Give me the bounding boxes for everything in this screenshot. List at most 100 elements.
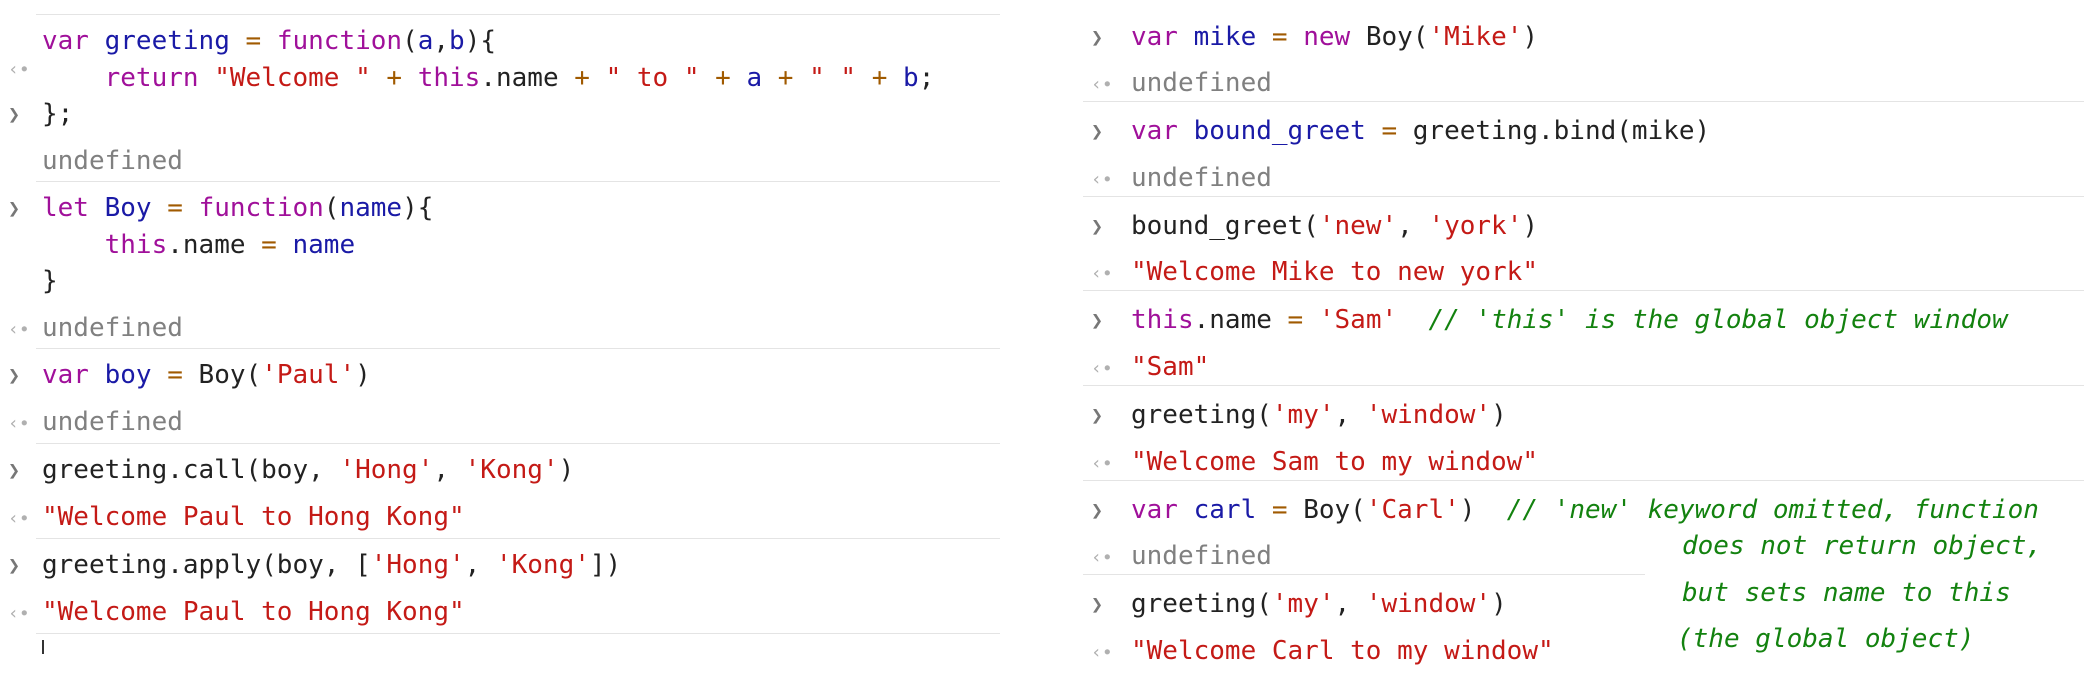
code-token: +: [715, 63, 731, 93]
code-token: 'my': [1271, 400, 1335, 430]
code-token: // 'new' keyword omitted, function: [1506, 495, 2039, 525]
return-arrow-icon: [1091, 533, 1113, 581]
row-separator: [36, 181, 1000, 182]
console-input: var boy = Boy('Paul'): [42, 357, 371, 393]
console-input-line[interactable]: greeting.apply(boy, ['Hong', 'Kong']): [0, 547, 1000, 583]
console-output-line: "Welcome Mike to new york": [1083, 249, 2084, 295]
code-token: greeting.call(boy,: [42, 455, 340, 485]
console-input-line[interactable]: let Boy = function(name){: [0, 190, 1000, 226]
code-token: greeting(: [1131, 589, 1272, 619]
console-output: "Welcome Paul to Hong Kong": [42, 597, 465, 627]
code-token: ,: [433, 26, 450, 56]
code-token: =: [167, 193, 183, 223]
console-input-line[interactable]: this.name = 'Sam' // 'this' is the globa…: [1083, 297, 2084, 343]
code-token: ): [1491, 589, 1507, 619]
code-token: ,: [464, 550, 496, 580]
code-token: name: [339, 193, 403, 223]
code-token: =: [1271, 495, 1288, 525]
code-token: 'Mike': [1428, 22, 1523, 52]
console-output-line: "Sam": [1083, 344, 2084, 390]
code-token: " to ": [605, 63, 700, 93]
code-token: +: [386, 63, 403, 93]
console-output-line: "Welcome Sam to my window": [1083, 439, 2084, 485]
console-input: greeting.apply(boy, ['Hong', 'Kong']): [42, 547, 621, 583]
console-input: this.name = 'Sam' // 'this' is the globa…: [1131, 297, 2008, 343]
console-input-line[interactable]: var bound_greet = greeting.bind(mike): [1083, 108, 2084, 154]
code-token: =: [261, 230, 277, 260]
code-token: ;: [918, 63, 935, 93]
console-input-line[interactable]: var boy = Boy('Paul'): [0, 357, 1000, 393]
code-token: ]): [589, 550, 622, 580]
code-token: b: [449, 26, 465, 56]
code-token: 'Kong': [464, 455, 559, 485]
console-input-line[interactable]: this.name = name: [0, 227, 1000, 263]
console-input-line[interactable]: greeting('my', 'window'): [1083, 392, 2084, 438]
console-output-line: undefined: [1083, 60, 2084, 106]
code-token: 'york': [1428, 211, 1523, 241]
code-token: bound_greet(: [1131, 211, 1319, 241]
return-arrow-icon: [8, 50, 30, 86]
prompt-chevron-icon: [1091, 487, 1103, 533]
console-output-line: undefined: [0, 404, 1000, 440]
code-token: ){: [464, 26, 496, 56]
console-output: undefined: [1131, 541, 1272, 571]
prompt-chevron-icon: [1091, 108, 1103, 154]
code-token: ): [558, 455, 575, 485]
code-token: .name: [167, 230, 262, 260]
console-input-line[interactable]: }: [0, 263, 1000, 299]
code-token: ): [1522, 22, 1539, 52]
console-input: greeting('my', 'window'): [1131, 392, 1507, 438]
console-input-line[interactable]: greeting.call(boy, 'Hong', 'Kong'): [0, 452, 1000, 488]
return-arrow-icon: [1091, 344, 1113, 392]
return-arrow-icon: [1091, 155, 1113, 203]
console-output-line: "Welcome Paul to Hong Kong": [0, 594, 1000, 630]
code-token: +: [871, 63, 888, 93]
code-token: };: [42, 99, 74, 129]
code-token: name: [292, 230, 356, 260]
prompt-chevron-icon: [8, 190, 20, 226]
code-token: +: [777, 63, 794, 93]
annotation-line: but sets name to this: [1682, 578, 2011, 608]
console-input: this.name = name: [42, 227, 355, 263]
code-token: this: [1131, 305, 1194, 335]
code-token: var: [1131, 495, 1178, 525]
code-token: .name: [1193, 305, 1288, 335]
console-input-line[interactable]: return "Welcome " + this.name + " to " +…: [0, 60, 1000, 96]
code-token: =: [1381, 116, 1398, 146]
console-input-line[interactable]: var greeting = function(a,b){: [0, 23, 1000, 59]
return-arrow-icon: [8, 594, 30, 632]
console-input-line[interactable]: var mike = new Boy('Mike'): [1083, 14, 2084, 60]
code-token: var: [1131, 22, 1178, 52]
prompt-chevron-icon: [8, 96, 20, 132]
code-token: greeting(: [1131, 400, 1272, 430]
code-token: =: [245, 26, 262, 56]
row-separator: [36, 443, 1000, 444]
console-input: let Boy = function(name){: [42, 190, 433, 226]
code-token: boy: [104, 360, 152, 390]
annotation-line: does not return object,: [1682, 531, 2043, 561]
code-token: greeting.bind(mike): [1397, 116, 1711, 146]
console-input-line[interactable]: bound_greet('new', 'york'): [1083, 203, 2084, 249]
code-token: var: [42, 360, 89, 390]
console-output-line: undefined: [0, 143, 1000, 179]
code-token: function: [276, 26, 403, 56]
row-separator: [36, 348, 1000, 349]
row-separator: [36, 14, 1000, 15]
return-arrow-icon: [8, 310, 30, 348]
row-separator: [36, 538, 1000, 539]
code-token: 'window': [1365, 400, 1492, 430]
console-input-line[interactable]: };: [0, 96, 1000, 132]
